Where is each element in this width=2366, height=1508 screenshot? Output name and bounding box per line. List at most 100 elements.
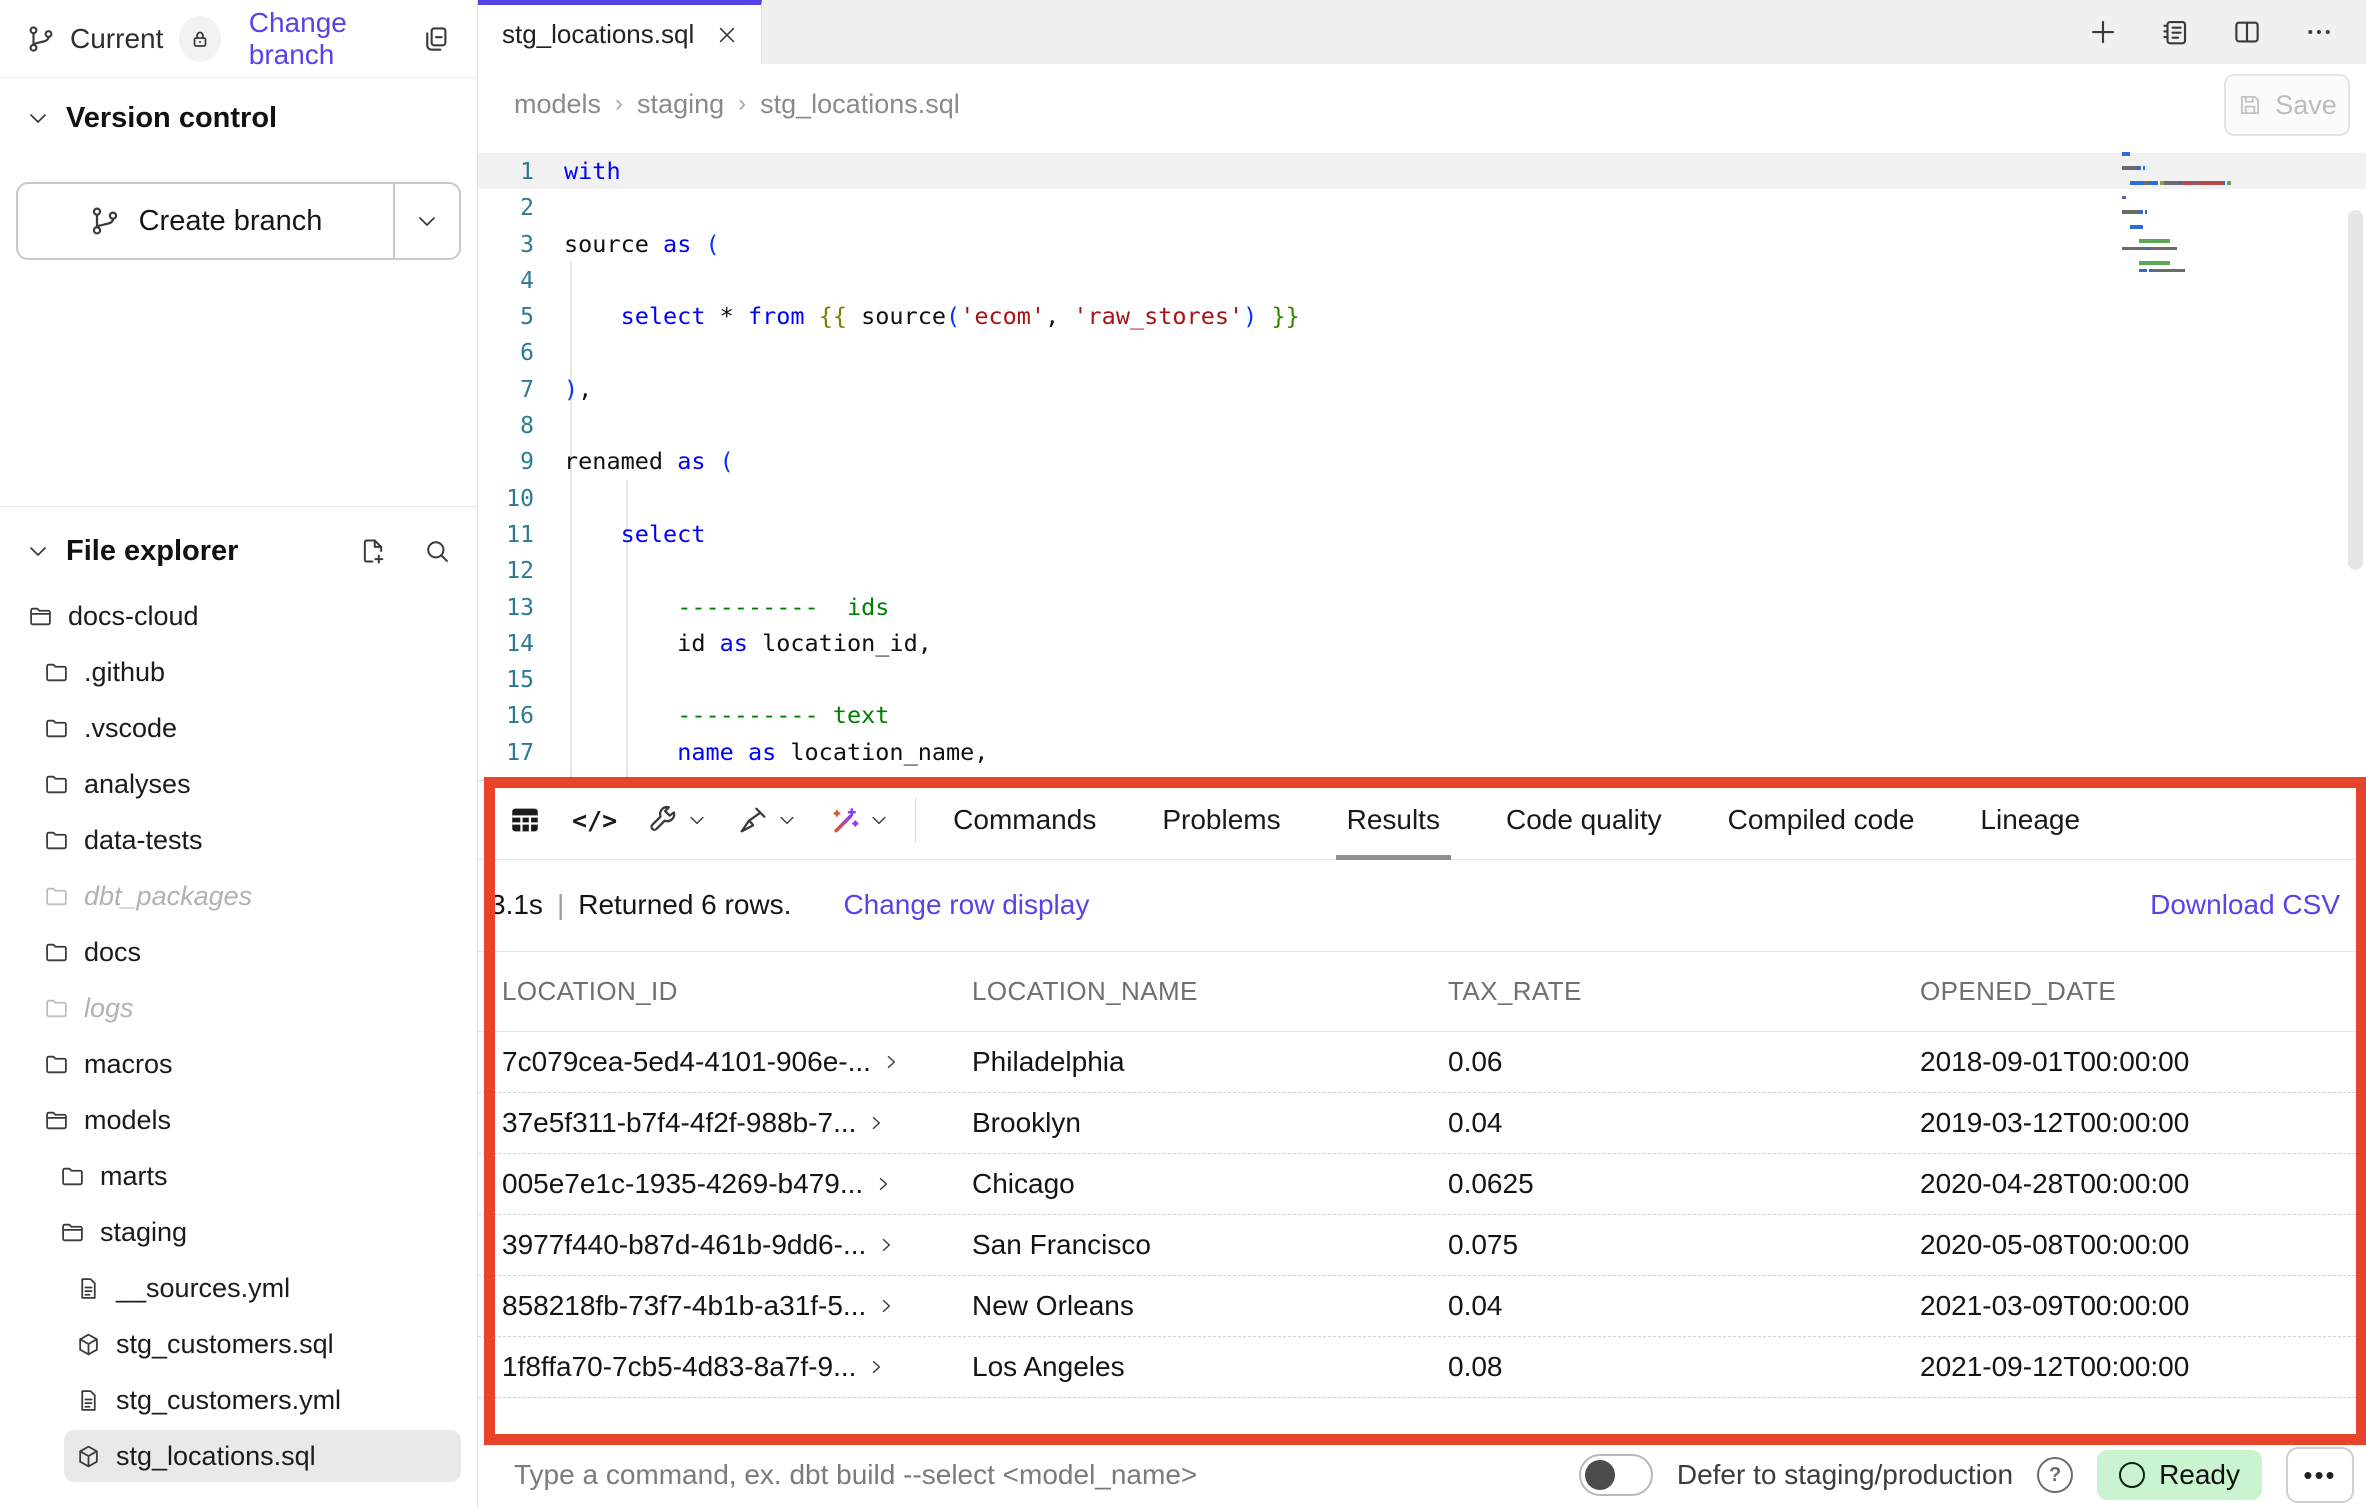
git-branch-icon [26,24,56,54]
change-log-button[interactable] [2160,17,2190,47]
line-number: 13 [478,590,564,626]
save-button[interactable]: Save [2224,74,2350,136]
code-token [564,520,621,548]
column-header[interactable]: LOCATION_NAME [972,976,1448,1007]
line-number: 9 [478,444,564,480]
defer-toggle[interactable] [1579,1454,1653,1496]
tree-item--vscode[interactable]: .vscode [0,700,477,756]
panel-tab-commands[interactable]: Commands [920,781,1129,859]
expand-row-icon[interactable] [873,1174,893,1194]
chevron-down-icon [687,810,707,830]
tree-item-label: docs-cloud [68,601,199,632]
code-line[interactable]: 2 [478,189,2366,225]
column-header[interactable]: TAX_RATE [1448,976,1920,1007]
column-header[interactable]: OPENED_DATE [1920,976,2366,1007]
code-line[interactable]: 1with [478,153,2366,189]
code-line[interactable]: 17 name as location_name, [478,734,2366,770]
format-button[interactable] [737,804,797,836]
change-branch-link[interactable]: Change branch [249,7,421,71]
tree-item-docs[interactable]: docs [0,924,477,980]
expand-row-icon[interactable] [866,1357,886,1377]
tree-item-logs[interactable]: logs [0,980,477,1036]
command-input[interactable] [512,1458,1536,1492]
cell-location-id: 858218fb-73f7-4b1b-a31f-5... [502,1290,866,1322]
tree-item-docs-cloud[interactable]: docs-cloud [0,588,477,644]
more-options-button[interactable] [2304,17,2334,47]
code-line[interactable]: 15 [478,661,2366,697]
tree-item-macros[interactable]: macros [0,1036,477,1092]
code-line[interactable]: 12 [478,552,2366,588]
breadcrumb-item[interactable]: staging [637,89,724,120]
breadcrumb-item[interactable]: models [514,89,601,120]
panel-tab-code-quality[interactable]: Code quality [1473,781,1695,859]
code-line[interactable]: 13 ---------- ids [478,589,2366,625]
expand-row-icon[interactable] [881,1052,901,1072]
cell-location-id: 1f8ffa70-7cb5-4d83-8a7f-9... [502,1351,856,1383]
code-line[interactable]: 4 [478,262,2366,298]
results-panel: </> [478,780,2366,1442]
change-row-display-link[interactable]: Change row display [843,889,1089,921]
broom-icon [737,804,769,836]
tree-item-data-tests[interactable]: data-tests [0,812,477,868]
expand-row-icon[interactable] [876,1296,896,1316]
line-number: 1 [478,154,564,190]
breadcrumb-item[interactable]: stg_locations.sql [760,89,960,120]
line-number: 16 [478,698,564,734]
tree-item-label: models [84,1105,171,1136]
tree-item-stg-customers-sql[interactable]: stg_customers.sql [0,1316,477,1372]
cell-opened-date: 2018-09-01T00:00:00 [1920,1046,2366,1078]
tree-item-staging[interactable]: staging [0,1204,477,1260]
code-line[interactable]: 6 [478,334,2366,370]
tab-stg-locations[interactable]: stg_locations.sql [478,0,762,64]
file-explorer-header[interactable]: File explorer [0,506,477,579]
tree-item-analyses[interactable]: analyses [0,756,477,812]
close-icon[interactable] [716,24,738,46]
code-editor[interactable]: 1with23source as (45 select * from {{ so… [478,144,2366,780]
help-icon[interactable]: ? [2037,1457,2073,1493]
copy-icon[interactable] [421,24,451,54]
tree-item-dbt-packages[interactable]: dbt_packages [0,868,477,924]
split-view-button[interactable] [2232,17,2262,47]
preview-table-button[interactable] [508,803,542,837]
new-file-icon[interactable] [359,537,387,565]
tree-item-label: docs [84,937,141,968]
code-token [564,593,677,621]
breadcrumb-separator: › [738,90,746,118]
tree-item--github[interactable]: .github [0,644,477,700]
panel-tab-results[interactable]: Results [1314,781,1473,859]
scrollbar[interactable] [2348,210,2363,570]
dbt-copilot-button[interactable] [827,803,889,837]
code-line[interactable]: 7), [478,371,2366,407]
code-line[interactable]: 8 [478,407,2366,443]
download-csv-link[interactable]: Download CSV [2150,889,2340,921]
code-token: location_name, [776,738,988,766]
version-control-header[interactable]: Version control [0,90,477,146]
create-branch-main[interactable]: Create branch [18,184,393,258]
new-tab-button[interactable] [2088,17,2118,47]
bottom-more-button[interactable]: ••• [2286,1447,2354,1503]
code-line[interactable]: 11 select [478,516,2366,552]
code-line[interactable]: 14 id as location_id, [478,625,2366,661]
expand-row-icon[interactable] [866,1113,886,1133]
code-token: source [564,230,663,258]
cell-location-name: Los Angeles [972,1351,1448,1383]
code-line[interactable]: 16 ---------- text [478,697,2366,733]
tree-item-models[interactable]: models [0,1092,477,1148]
build-button[interactable] [647,804,707,836]
panel-tab-problems[interactable]: Problems [1129,781,1313,859]
tree-item-stg-locations-sql[interactable]: stg_locations.sql [0,1428,477,1484]
tree-item-stg-customers-yml[interactable]: stg_customers.yml [0,1372,477,1428]
create-branch-dropdown[interactable] [393,184,459,258]
panel-tab-lineage[interactable]: Lineage [1947,781,2113,859]
expand-row-icon[interactable] [876,1235,896,1255]
compile-code-button[interactable]: </> [572,806,617,835]
search-icon[interactable] [423,537,451,565]
panel-tab-compiled-code[interactable]: Compiled code [1695,781,1948,859]
code-line[interactable]: 5 select * from {{ source('ecom', 'raw_s… [478,298,2366,334]
column-header[interactable]: LOCATION_ID [502,976,972,1007]
code-line[interactable]: 3source as ( [478,226,2366,262]
tree-item--sources-yml[interactable]: __sources.yml [0,1260,477,1316]
tree-item-marts[interactable]: marts [0,1148,477,1204]
code-line[interactable]: 10 [478,480,2366,516]
code-line[interactable]: 9renamed as ( [478,443,2366,479]
